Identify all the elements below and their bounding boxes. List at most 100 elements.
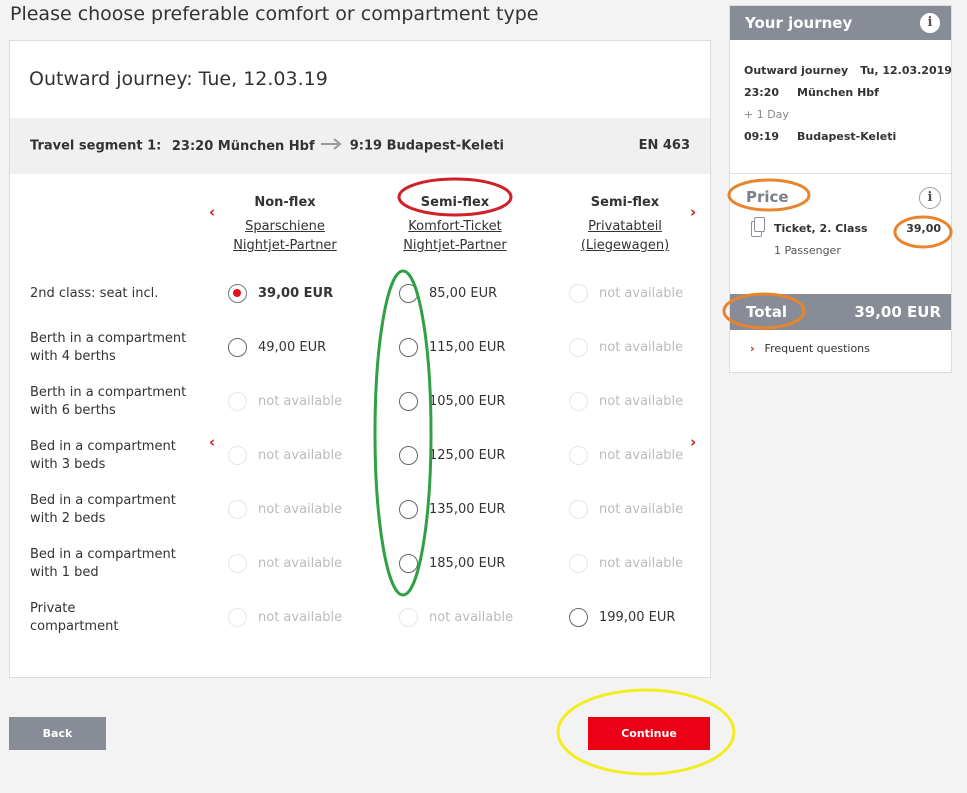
ticket-price: 39,00 [906,222,941,235]
fare-price: not available [599,501,684,517]
arrival-station: Budapest-Keleti [797,130,897,143]
fare-option[interactable]: 185,00 EUR [399,552,505,574]
segment-departure: 23:20 München Hbf [171,138,315,154]
fare-price: 49,00 EUR [258,339,327,355]
radio-button-disabled [569,337,588,357]
fare-option[interactable]: 115,00 EUR [399,336,505,358]
column-title: Semi-flex [590,195,660,210]
fare-price: 39,00 EUR [258,285,334,301]
radio-button[interactable] [399,391,418,411]
price-title: Price [746,188,789,206]
radio-button[interactable] [399,445,418,465]
radio-button-disabled [399,607,418,627]
fare-price: 115,00 EUR [429,339,506,355]
passenger-count: 1 Passenger [774,244,841,257]
radio-button-disabled [228,553,247,573]
column-link-nightjet-partner[interactable]: Nightjet-Partner [375,236,535,255]
radio-button[interactable] [569,607,588,627]
back-button[interactable]: Back [9,717,106,750]
radio-button[interactable] [399,337,418,357]
fare-option[interactable]: 135,00 EUR [399,498,505,520]
fare-option-unavailable: not available [228,606,342,628]
radio-button-disabled [228,499,247,519]
total-label: Total [746,303,787,321]
ticket-label: Ticket, 2. Class [774,222,868,235]
fare-option-unavailable: not available [228,444,342,466]
fare-price: not available [258,501,343,517]
fare-selection-card: Outward journey: Tue, 12.03.19 Travel se… [9,40,711,678]
row-label-2nd-class-seat: 2nd class: seat incl. [30,286,159,301]
fare-option[interactable]: 39,00 EUR [228,282,333,304]
column-link-komfort-ticket[interactable]: Komfort-Ticket [375,217,535,236]
segment-arrival: 9:19 Budapest-Keleti [349,138,504,154]
radio-button-disabled [569,499,588,519]
column-link-nightjet-partner[interactable]: Nightjet-Partner [205,236,365,255]
radio-button[interactable] [228,337,247,357]
fare-price: 199,00 EUR [599,609,676,625]
row-label-bed-1: Bed in a compartment with 1 bed [30,547,176,580]
radio-button-disabled [569,445,588,465]
fare-option-unavailable: not available [569,390,683,412]
journey-summary: Outward journey Tu, 12.03.2019 23:20 Münch… [744,60,952,148]
fare-option[interactable]: 85,00 EUR [399,282,497,304]
departure-time: 23:20 [744,86,780,99]
total-bar: Total 39,00 EUR [730,294,951,330]
radio-button[interactable] [228,283,247,303]
sidebar-header: Your journey i [730,6,951,40]
fare-price: not available [599,339,684,355]
arrival-time: 09:19 [744,130,780,143]
fare-price: not available [429,609,514,625]
radio-button-disabled [569,283,588,303]
info-icon[interactable]: i [919,187,941,209]
journey-sidebar: Your journey i Outward journey Tu, 12.03.… [729,5,952,373]
fare-price: not available [599,285,684,301]
radio-button[interactable] [399,499,418,519]
column-link-privatabteil[interactable]: Privatabteil [545,217,705,236]
page-title: Please choose preferable comfort or comp… [10,3,539,25]
arrow-right-icon [321,138,343,154]
chevron-left-icon[interactable]: ‹ [209,433,215,451]
column-link-liegewagen[interactable]: (Liegewagen) [545,236,705,255]
divider [730,173,951,174]
fare-option-unavailable: not available [569,552,683,574]
radio-button-disabled [228,391,247,411]
fare-price: 105,00 EUR [429,393,506,409]
chevron-left-icon[interactable]: ‹ [209,203,215,221]
fare-option-unavailable: not available [569,282,683,304]
fare-price: not available [258,393,343,409]
fare-price: 125,00 EUR [429,447,506,463]
frequent-questions-link[interactable]: › Frequent questions [750,342,870,355]
fare-option[interactable]: 49,00 EUR [228,336,326,358]
radio-button[interactable] [399,283,418,303]
radio-button-disabled [569,391,588,411]
segment-label: Travel segment 1: [30,138,162,154]
chevron-right-icon[interactable]: › [690,203,696,221]
fare-price: not available [258,555,343,571]
fare-price: 85,00 EUR [429,285,498,301]
info-icon[interactable]: i [919,12,941,34]
fare-price: 185,00 EUR [429,555,506,571]
radio-button-disabled [228,607,247,627]
fare-price: not available [599,393,684,409]
train-number: EN 463 [638,138,690,153]
column-link-sparschiene[interactable]: Sparschiene [205,217,365,236]
fare-option[interactable]: 125,00 EUR [399,444,505,466]
fare-option-unavailable: not available [569,336,683,358]
fare-option-unavailable: not available [228,552,342,574]
fare-option[interactable]: 105,00 EUR [399,390,505,412]
day-offset: + 1 Day [744,108,789,121]
chevron-right-icon[interactable]: › [690,433,696,451]
radio-button[interactable] [399,553,418,573]
row-label-bed-3: Bed in a compartment with 3 beds [30,439,176,472]
ticket-icon [751,217,765,237]
fare-option[interactable]: 199,00 EUR [569,606,675,628]
outward-journey-title: Outward journey: Tue, 12.03.19 [29,68,328,90]
fare-option-unavailable: not available [228,390,342,412]
radio-button-disabled [228,445,247,465]
fare-option-unavailable: not available [228,498,342,520]
continue-button[interactable]: Continue [588,717,710,750]
departure-station: München Hbf [797,86,879,99]
column-title: Semi-flex [420,195,490,210]
fare-option-unavailable: not available [569,498,683,520]
outward-date: Tu, 12.03.2019 [860,64,952,77]
